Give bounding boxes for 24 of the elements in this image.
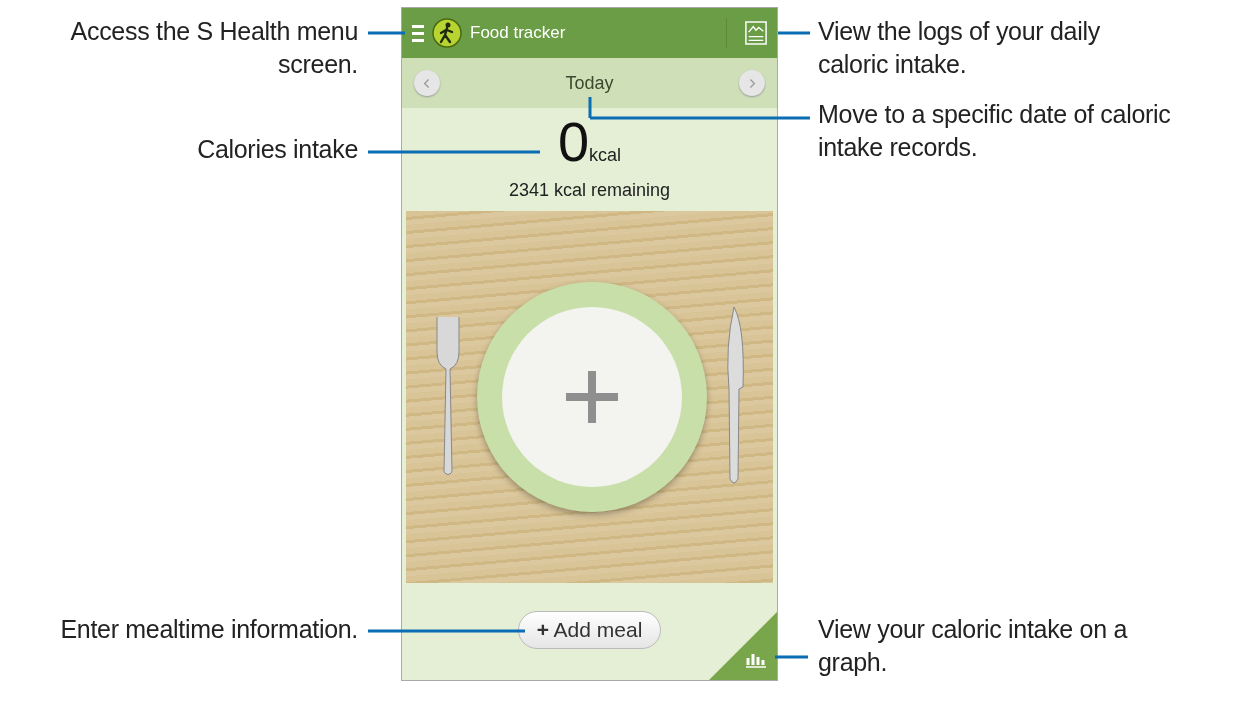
leader-line <box>778 31 810 35</box>
walker-logo-icon <box>432 18 462 48</box>
previous-date-button[interactable] <box>414 70 440 96</box>
chevron-right-icon <box>748 77 756 89</box>
menu-icon[interactable] <box>412 24 424 42</box>
date-label[interactable]: Today <box>565 72 614 94</box>
callout-text: View your caloric intake on a graph. <box>818 614 1129 678</box>
add-meal-button[interactable]: + Add meal <box>517 610 662 649</box>
leader-line <box>368 31 405 35</box>
app-title: Food tracker <box>470 23 567 43</box>
bar-chart-icon <box>745 652 767 668</box>
next-date-button[interactable] <box>739 70 765 96</box>
callout-text: View the logs of your daily caloric intake. <box>818 16 1101 80</box>
calorie-value: 0 <box>557 114 590 170</box>
chevron-left-icon <box>423 77 431 89</box>
remaining-calories: 2341 kcal remaining <box>508 180 671 201</box>
callout-text: Calories intake <box>196 134 358 165</box>
callout-text: Move to a specific date of caloric intake records. <box>818 99 1172 163</box>
callout-text: Enter mealtime information. <box>59 614 358 645</box>
calorie-unit: kcal <box>589 145 622 166</box>
plus-icon <box>565 371 618 423</box>
callout-text: Access the S Health menu screen. <box>69 16 358 80</box>
leader-line <box>775 655 808 659</box>
line-chart-icon[interactable] <box>745 21 767 45</box>
